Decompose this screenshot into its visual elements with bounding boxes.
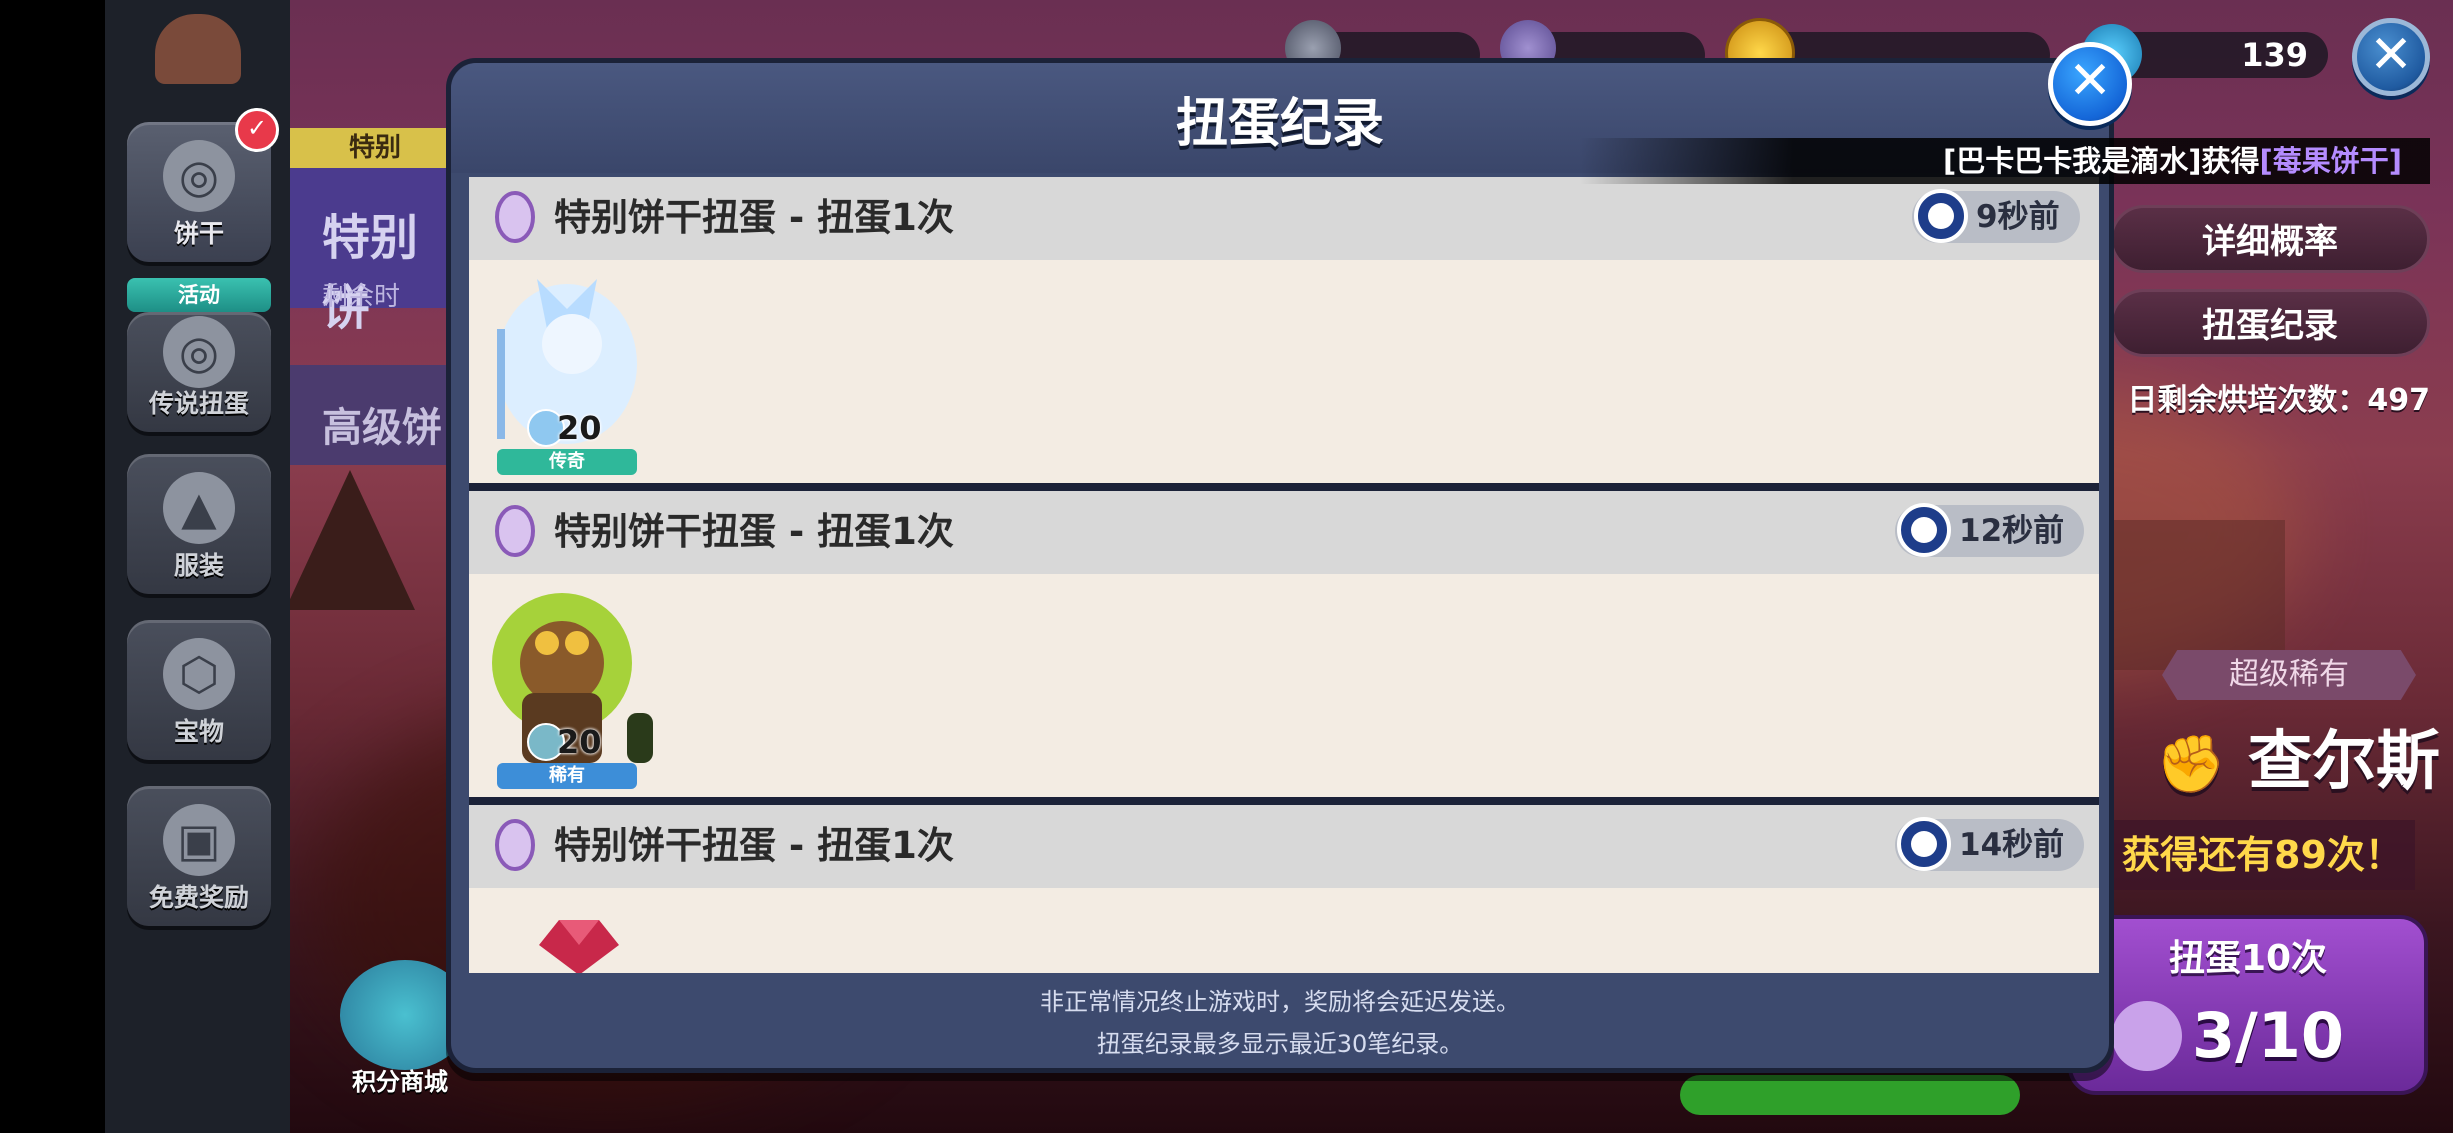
record-header: 特别饼干扭蛋 - 扭蛋1次 14秒前 bbox=[469, 805, 2099, 888]
close-modal-button[interactable]: ✕ bbox=[2048, 42, 2132, 126]
rarity-badge: 传奇 bbox=[497, 449, 637, 475]
check-badge-icon: ✓ bbox=[235, 108, 279, 152]
cookie-egg-icon bbox=[2112, 1001, 2182, 1071]
close-screen-button[interactable]: ✕ bbox=[2352, 18, 2430, 96]
advanced-banner[interactable]: 高级饼 bbox=[290, 365, 465, 465]
time-badge: 9秒前 bbox=[1912, 189, 2080, 243]
advanced-banner-title: 高级饼 bbox=[322, 405, 442, 451]
footer-line-2: 扭蛋纪录最多显示最近30笔纪录。 bbox=[1096, 1030, 1464, 1058]
rarity-badge: 稀有 bbox=[497, 763, 637, 789]
clock-icon bbox=[1897, 817, 1951, 871]
pity-counter: 获得还有89次！ bbox=[2110, 820, 2415, 890]
special-tab[interactable]: 特别 bbox=[290, 128, 460, 168]
gacha-log-button[interactable]: 扭蛋纪录 bbox=[2110, 289, 2430, 357]
detail-rate-button[interactable]: 详细概率 bbox=[2110, 205, 2430, 273]
crystal-counter[interactable]: 139 bbox=[2110, 32, 2328, 78]
time-badge: 14秒前 bbox=[1895, 817, 2085, 871]
special-banner[interactable]: 特别饼 剩余时 bbox=[290, 168, 465, 336]
hexagon-icon: ⬡ bbox=[163, 638, 235, 710]
legend-gacha-icon: ◎ bbox=[163, 316, 235, 388]
gift-icon: ▣ bbox=[163, 804, 235, 876]
home-icon[interactable] bbox=[155, 14, 241, 84]
time-badge: 12秒前 bbox=[1895, 503, 2085, 557]
nav-costume[interactable]: ▲ 服装 bbox=[127, 454, 271, 594]
shop-label[interactable]: 积分商城 bbox=[352, 1062, 448, 1097]
character-name: ✊ 查尔斯 bbox=[2155, 725, 2440, 799]
list-item: 特别饼干扭蛋 - 扭蛋1次 12秒前 20 稀有 bbox=[469, 491, 2099, 797]
cookie-egg-icon bbox=[495, 505, 535, 557]
cookie-egg-icon bbox=[495, 191, 535, 243]
announcement-ticker: [巴卡巴卡我是滴水]获得[莓果饼干] bbox=[1580, 138, 2430, 184]
gacha-log-modal: 扭蛋纪录 特别饼干扭蛋 - 扭蛋1次 9秒前 20 传奇 特别饼干扭蛋 - 扭蛋… bbox=[446, 58, 2114, 1073]
remaining-time-label: 剩余时 bbox=[322, 282, 401, 312]
green-button-partial[interactable] bbox=[1680, 1075, 2020, 1115]
footer-line-1: 非正常情况终止游戏时，奖励将会延迟发送。 bbox=[1040, 988, 1520, 1016]
cookie-gacha-icon: ◎ bbox=[163, 140, 235, 212]
fist-icon: ✊ bbox=[2155, 732, 2226, 797]
cookie-egg-icon bbox=[495, 819, 535, 871]
special-banner-title: 特别饼 bbox=[322, 210, 419, 336]
bake-remaining-text: 日剩余烘培次数：497 bbox=[2127, 383, 2430, 418]
reward-card[interactable]: 20 稀有 bbox=[477, 583, 657, 793]
warning-sign bbox=[285, 470, 415, 610]
record-list[interactable]: 特别饼干扭蛋 - 扭蛋1次 9秒前 20 传奇 特别饼干扭蛋 - 扭蛋1次 12… bbox=[469, 177, 2099, 973]
nav-treasure[interactable]: ⬡ 宝物 bbox=[127, 620, 271, 760]
shirt-icon: ▲ bbox=[163, 472, 235, 544]
record-header: 特别饼干扭蛋 - 扭蛋1次 12秒前 bbox=[469, 491, 2099, 574]
list-item: 特别饼干扭蛋 - 扭蛋1次 9秒前 20 传奇 bbox=[469, 177, 2099, 483]
modal-footer: 非正常情况终止游戏时，奖励将会延迟发送。 扭蛋纪录最多显示最近30笔纪录。 bbox=[451, 981, 2109, 1065]
nav-free-reward[interactable]: ▣ 免费奖励 bbox=[127, 786, 271, 926]
list-item: 特别饼干扭蛋 - 扭蛋1次 14秒前 bbox=[469, 805, 2099, 973]
nav-legend-gacha[interactable]: ◎ 传说扭蛋 bbox=[127, 312, 271, 432]
reward-card[interactable]: 20 传奇 bbox=[477, 269, 657, 479]
event-badge: 活动 bbox=[127, 278, 271, 312]
clock-icon bbox=[1914, 189, 1968, 243]
rarity-tag: 超级稀有 bbox=[2162, 650, 2416, 700]
record-header: 特别饼干扭蛋 - 扭蛋1次 9秒前 bbox=[469, 177, 2099, 260]
clock-icon bbox=[1897, 503, 1951, 557]
pull-10-button[interactable]: 扭蛋10次 3/10 bbox=[2068, 915, 2428, 1095]
ruby-gem-icon bbox=[539, 920, 619, 973]
nav-cookie[interactable]: ◎ 饼干 ✓ bbox=[127, 108, 279, 262]
